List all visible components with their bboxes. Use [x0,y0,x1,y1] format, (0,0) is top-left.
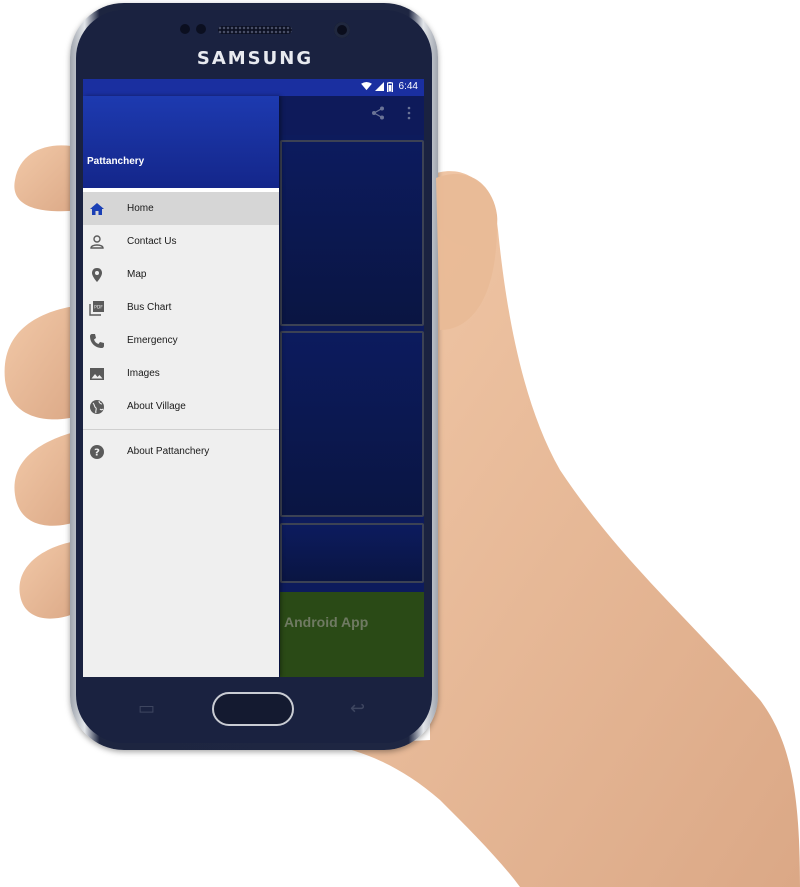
menu-label: Emergency [127,335,178,346]
content-card-2[interactable] [280,331,424,517]
globe-icon [90,399,104,414]
menu-item-map[interactable]: Map [83,258,279,291]
drawer-menu: Home Contact Us Map PDF Bus Chart Emerge… [83,192,279,468]
phone-icon [90,333,104,348]
menu-item-about-village[interactable]: About Village [83,390,279,423]
menu-label: Home [127,203,154,214]
front-camera-icon [334,22,350,38]
image-icon [90,367,104,380]
battery-icon [386,81,393,92]
menu-label: About Pattanchery [127,446,210,457]
phone-screen: 6:44 Android App Pattanchery Home Contac… [83,79,424,677]
status-bar: 6:44 [83,79,424,96]
promo-banner[interactable]: Android App [280,592,424,677]
menu-label: Contact Us [127,236,177,247]
light-sensor [196,24,206,34]
promo-text: Android App [284,614,369,630]
back-key-icon[interactable]: ↩ [350,698,365,719]
menu-item-home[interactable]: Home [83,192,279,225]
content-card-3[interactable] [280,523,424,583]
navigation-drawer: Pattanchery Home Contact Us Map PDF Bus [83,96,279,677]
home-icon [90,202,104,215]
menu-label: Images [127,368,160,379]
share-icon[interactable] [371,106,385,120]
earpiece-speaker [218,26,292,34]
wifi-icon [360,82,372,91]
scene: SAMSUNG ▭ ↩ 6:44 Android App Pattanchery… [0,0,800,887]
content-card-1[interactable] [280,140,424,326]
menu-item-contact-us[interactable]: Contact Us [83,225,279,258]
menu-item-about-pattanchery[interactable]: ? About Pattanchery [83,435,279,468]
device-brand: SAMSUNG [196,48,314,69]
menu-label: About Village [127,401,186,412]
drawer-header: Pattanchery [83,96,279,192]
menu-item-bus-chart[interactable]: PDF Bus Chart [83,291,279,324]
menu-label: Map [127,269,147,280]
svg-text:PDF: PDF [94,304,103,310]
help-icon: ? [90,444,104,459]
signal-icon [374,82,384,91]
recent-apps-key-icon[interactable]: ▭ [138,698,155,719]
menu-item-emergency[interactable]: Emergency [83,324,279,357]
status-time: 6:44 [398,81,418,92]
person-icon [90,234,104,249]
svg-text:?: ? [94,447,100,458]
proximity-sensor [180,24,190,34]
home-hardware-button[interactable] [212,692,294,726]
menu-item-images[interactable]: Images [83,357,279,390]
menu-divider [83,429,279,430]
drawer-title: Pattanchery [87,156,145,167]
location-pin-icon [92,267,102,282]
menu-label: Bus Chart [127,302,172,313]
pdf-icon: PDF [89,300,104,316]
status-icons: 6:44 [360,81,418,92]
overflow-menu-icon[interactable] [407,106,411,120]
